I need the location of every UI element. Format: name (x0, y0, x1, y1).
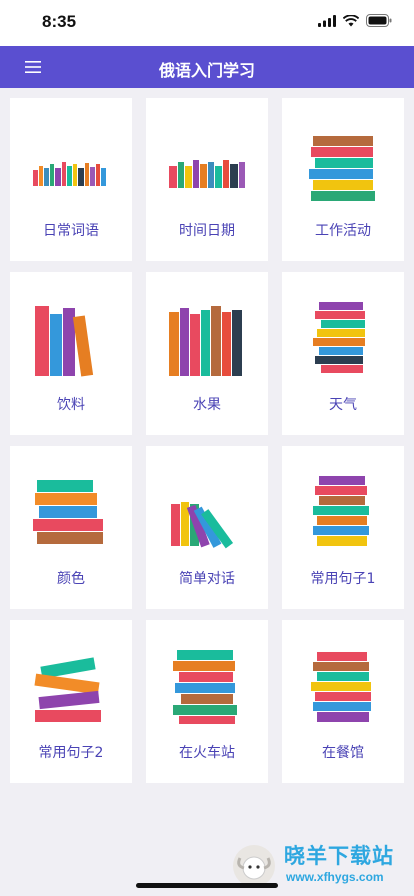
battery-icon (366, 14, 392, 27)
category-label: 常用句子2 (38, 745, 104, 761)
category-label: 饮料 (57, 397, 85, 413)
category-label: 水果 (193, 397, 221, 413)
book-stack-icon (173, 650, 237, 724)
category-label: 简单对话 (179, 571, 235, 587)
category-label: 在火车站 (179, 745, 235, 761)
book-stack-icon (313, 302, 365, 373)
books-row-icon (169, 160, 245, 188)
watermark-name: 晓羊下载站 (284, 844, 394, 868)
tall-books-icon (35, 306, 94, 377)
page-title: 俄语入门学习 (158, 61, 255, 80)
category-card-daily-words[interactable]: 日常词语 (10, 98, 132, 261)
home-indicator[interactable] (136, 883, 278, 888)
category-label: 颜色 (57, 571, 85, 587)
books-row-icon (169, 306, 242, 376)
signal-icon (318, 14, 336, 27)
category-label: 工作活动 (315, 223, 371, 239)
category-card-colors[interactable]: 颜色 (10, 446, 132, 609)
category-card-weather[interactable]: 天气 (282, 272, 404, 435)
category-card-common-phrases-2[interactable]: 常用句子2 (10, 620, 132, 783)
wifi-icon (343, 14, 359, 26)
watermark-url: www.xfhygs.com (286, 870, 384, 884)
category-label: 天气 (329, 397, 357, 413)
category-label: 时间日期 (179, 223, 235, 239)
book-stack-icon (33, 480, 103, 544)
category-card-common-phrases-1[interactable]: 常用句子1 (282, 446, 404, 609)
category-card-train-station[interactable]: 在火车站 (146, 620, 268, 783)
status-bar: 8:35 (0, 0, 414, 46)
category-card-drinks[interactable]: 饮料 (10, 272, 132, 435)
category-card-simple-dialogue[interactable]: 简单对话 (146, 446, 268, 609)
category-card-restaurant[interactable]: 在餐馆 (282, 620, 404, 783)
status-icons (318, 14, 392, 27)
status-time: 8:35 (42, 12, 77, 31)
category-card-time-date[interactable]: 时间日期 (146, 98, 268, 261)
book-stack-icon (311, 652, 371, 722)
book-stack-icon (309, 136, 375, 201)
nav-bar: 俄语入门学习 (0, 46, 414, 88)
leaning-books-icon (171, 502, 234, 549)
book-stack-icon (34, 657, 101, 722)
book-stack-icon (313, 476, 369, 546)
books-row-icon (33, 162, 106, 186)
category-card-fruit[interactable]: 水果 (146, 272, 268, 435)
category-card-work-activities[interactable]: 工作活动 (282, 98, 404, 261)
category-label: 在餐馆 (322, 745, 364, 761)
category-label: 常用句子1 (310, 571, 376, 587)
category-label: 日常词语 (43, 223, 99, 239)
